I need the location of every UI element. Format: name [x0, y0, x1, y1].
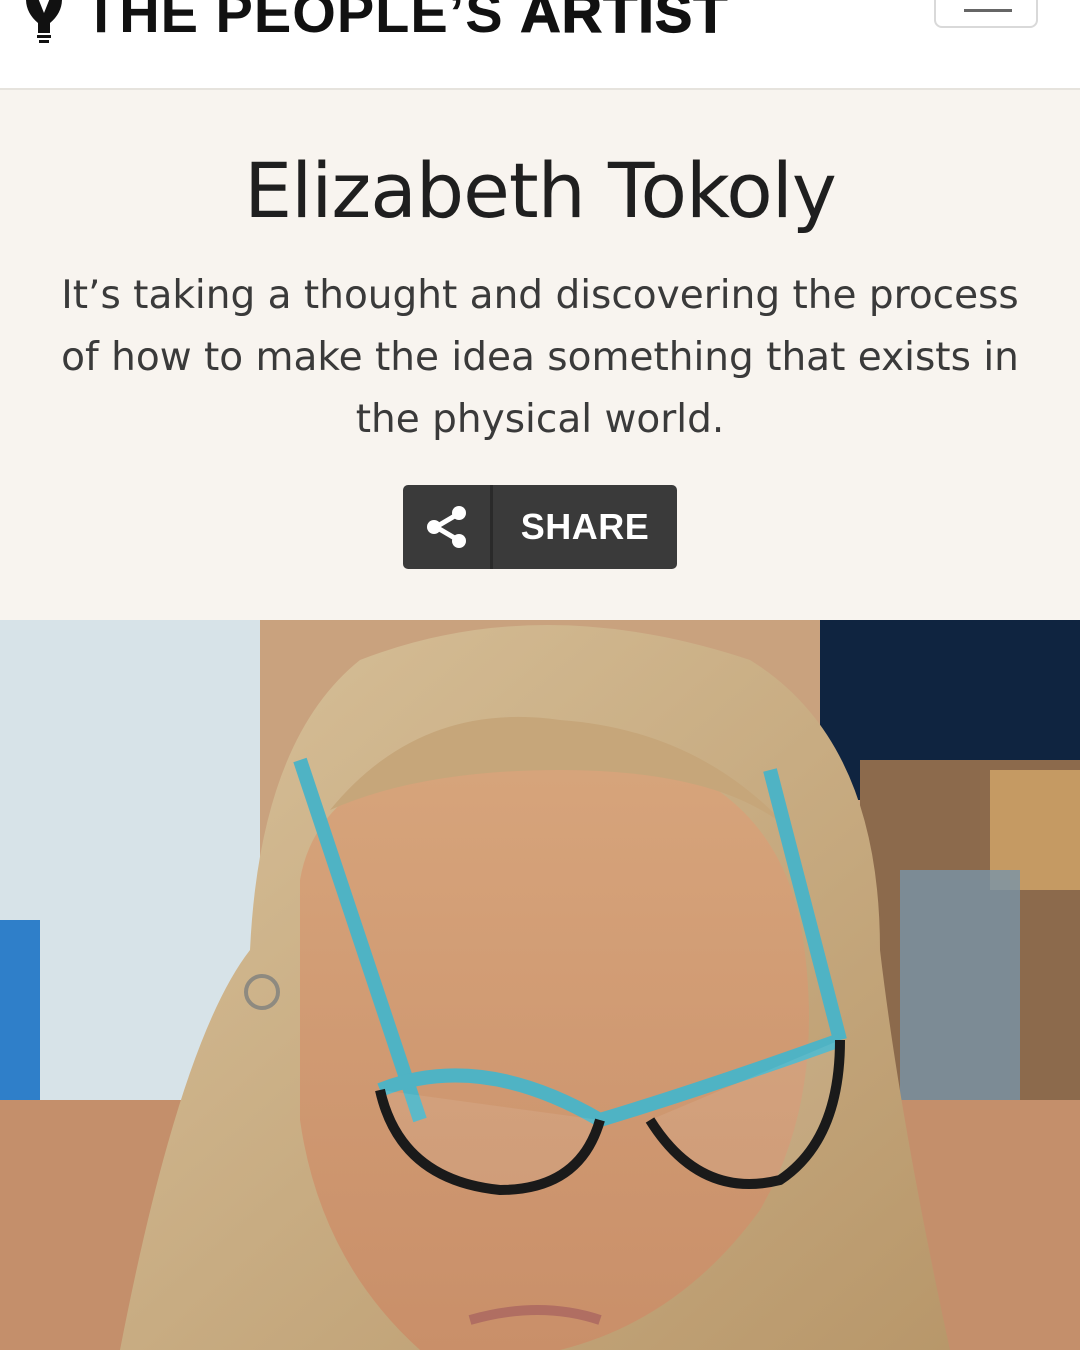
- brand-name-right: ARTIST: [520, 0, 729, 44]
- lightbulb-pencil-icon: [26, 0, 62, 43]
- share-label: SHARE: [520, 506, 650, 547]
- share-icon: [426, 506, 466, 548]
- menu-button[interactable]: [934, 0, 1038, 28]
- site-logo[interactable]: THE PEOPLE’S ARTIST: [22, 0, 728, 48]
- profile-hero: Elizabeth Tokoly It’s taking a thought a…: [0, 90, 1080, 620]
- artist-name: Elizabeth Tokoly: [244, 146, 837, 235]
- hamburger-menu-icon: [964, 9, 1012, 12]
- brand-name: THE PEOPLE’S ARTIST: [84, 0, 728, 41]
- brand-name-left: THE PEOPLE’S: [84, 0, 504, 44]
- share-button[interactable]: SHARE: [403, 485, 677, 569]
- artist-photo: [0, 620, 1080, 1350]
- share-icon-container: [403, 485, 493, 569]
- artist-quote: It’s taking a thought and discovering th…: [61, 273, 1019, 442]
- site-header: THE PEOPLE’S ARTIST: [0, 0, 1080, 90]
